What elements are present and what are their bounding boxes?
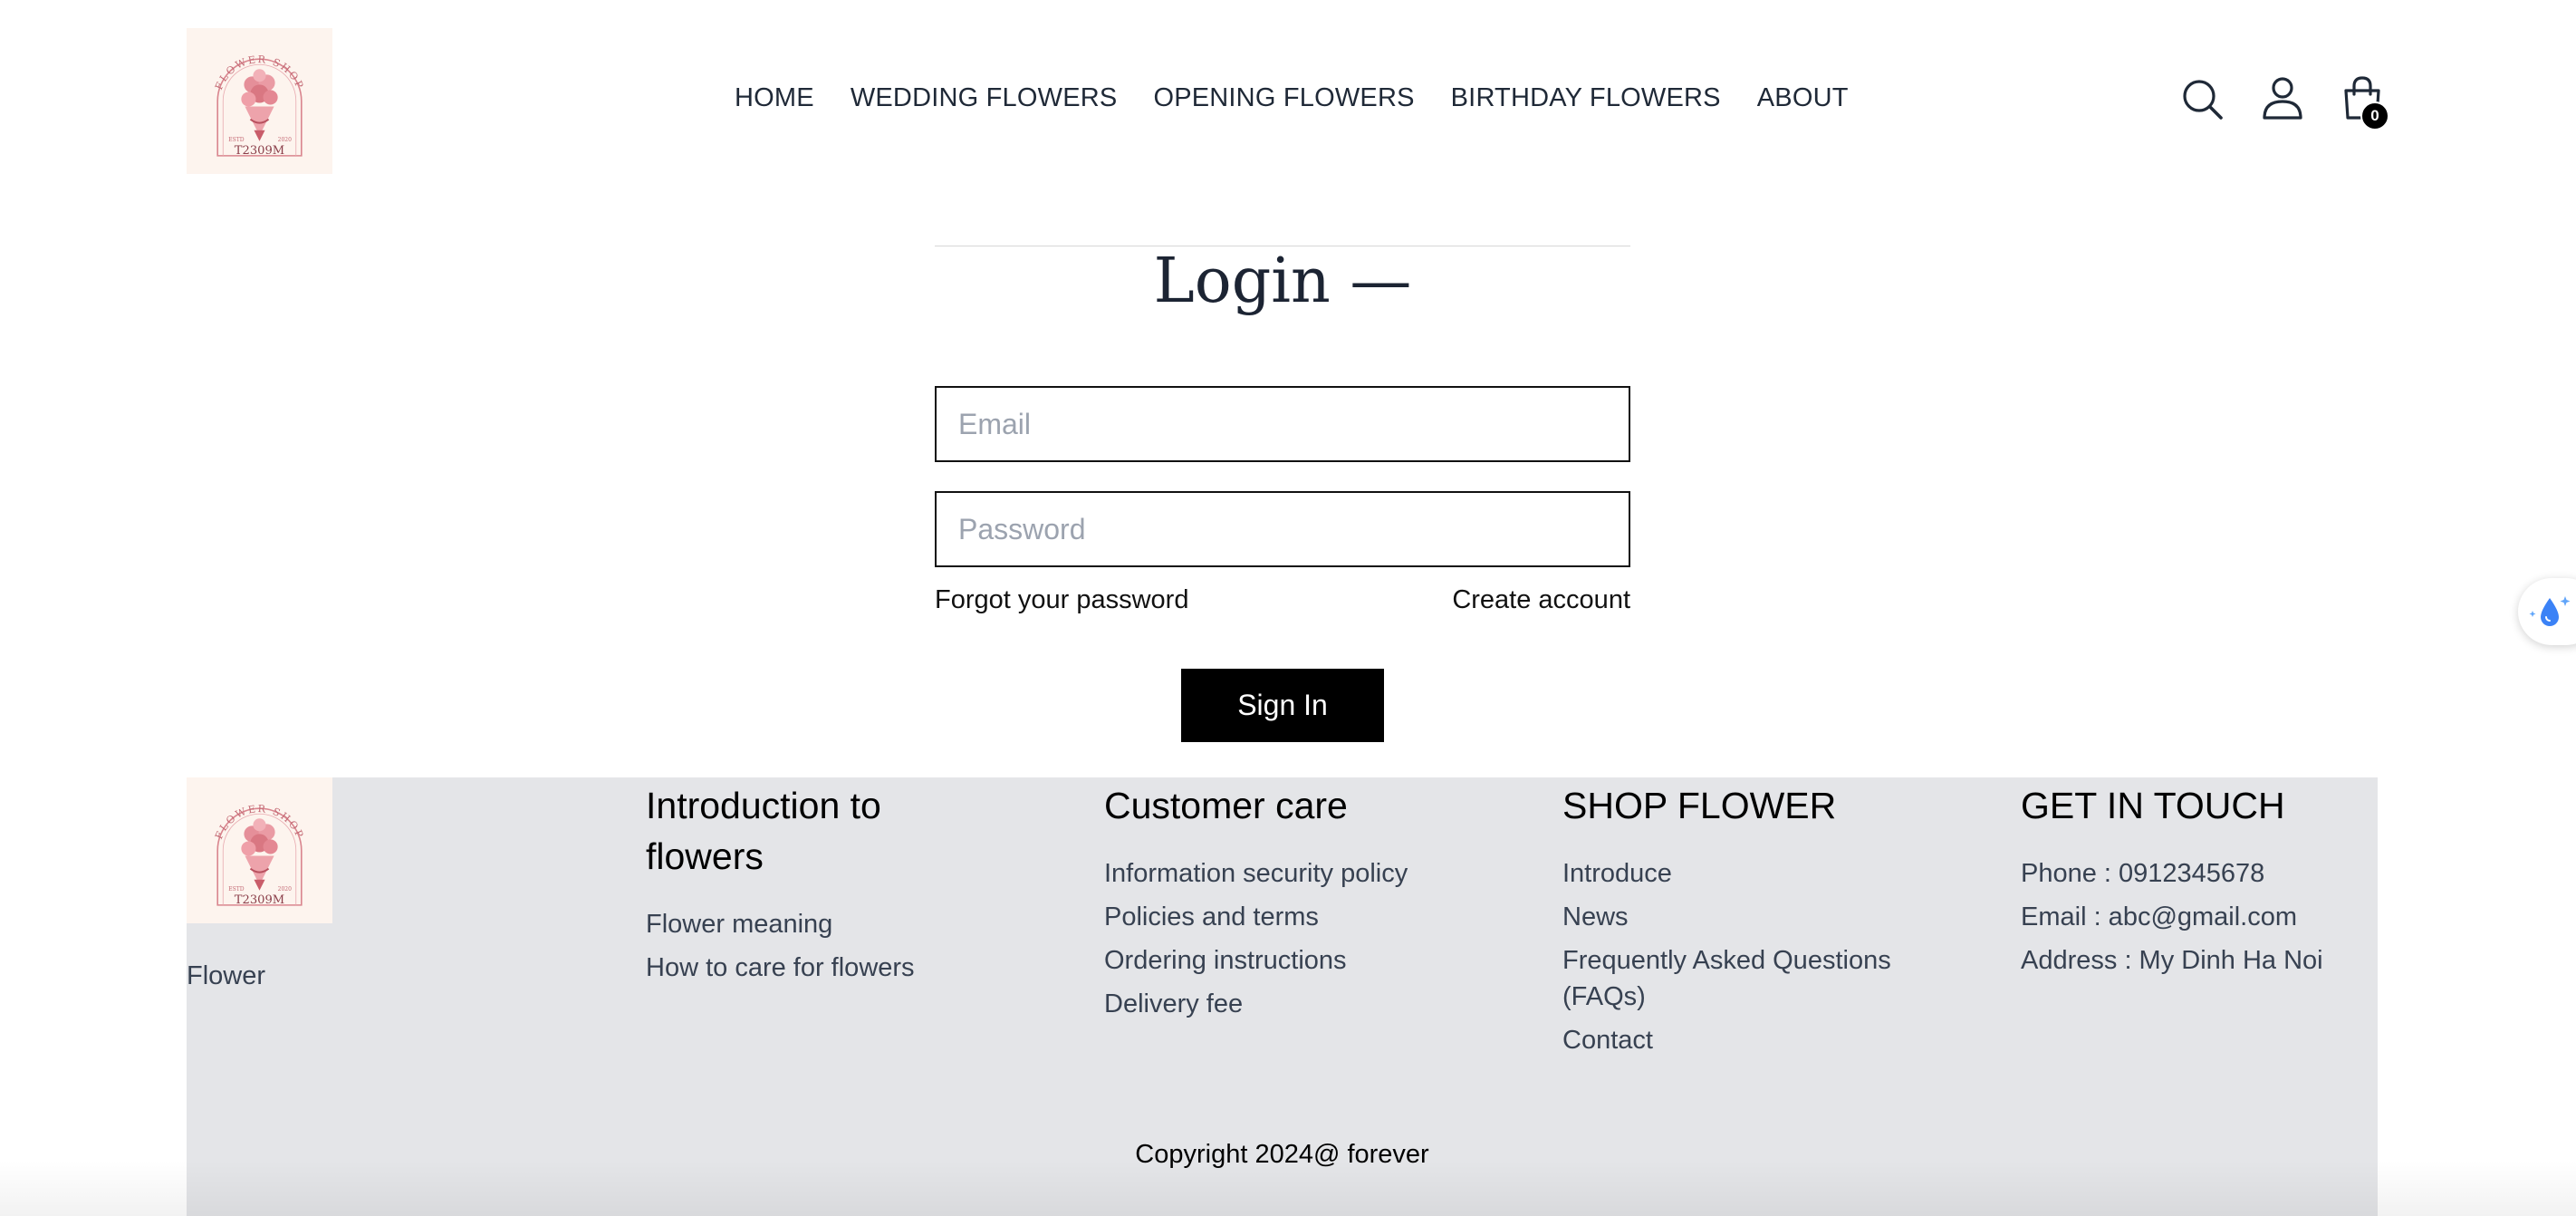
- footer-contact-phone: Phone : 0912345678: [2021, 859, 2265, 888]
- logo-brand-text: T2309M: [235, 893, 284, 907]
- footer-link-delivery-fee[interactable]: Delivery fee: [1104, 989, 1243, 1018]
- footer-link-introduce[interactable]: Introduce: [1562, 859, 1672, 888]
- footer-link-item: Delivery fee: [1104, 986, 1408, 1022]
- nav-birthday-flowers[interactable]: BIRTHDAY FLOWERS: [1451, 83, 1721, 113]
- page-title: Login —: [1153, 246, 1412, 317]
- nav-about[interactable]: ABOUT: [1757, 83, 1849, 113]
- create-account-link[interactable]: Create account: [1452, 585, 1630, 615]
- logo-est-right: 2020: [278, 137, 292, 143]
- footer-link-flower-care[interactable]: How to care for flowers: [646, 953, 915, 982]
- floating-assistant-button[interactable]: [2518, 578, 2576, 645]
- footer-heading: Introduction to flowers: [646, 785, 881, 877]
- footer-link-flower-meaning[interactable]: Flower meaning: [646, 910, 832, 939]
- footer-column-customer-care: Customer care Information security polic…: [1104, 777, 1485, 1018]
- footer-link-item: Information security policy: [1104, 855, 1408, 892]
- footer-logo[interactable]: FLOWER SHOP ESTD 2020 T2309M: [187, 777, 332, 923]
- footer-column-shop-flower: SHOP FLOWER Introduce News Frequently As…: [1562, 777, 1943, 1055]
- nav-opening-flowers[interactable]: OPENING FLOWERS: [1153, 83, 1414, 113]
- search-icon[interactable]: [2179, 76, 2226, 123]
- footer-link-policies-terms[interactable]: Policies and terms: [1104, 902, 1319, 931]
- nav-home[interactable]: HOME: [735, 83, 814, 113]
- footer-column-introduction: Introduction to flowers Flower meaning H…: [646, 777, 1008, 982]
- footer-contact-email: Email : abc@gmail.com: [2021, 902, 2298, 931]
- footer-link-item: Ordering instructions: [1104, 942, 1408, 979]
- user-icon[interactable]: [2259, 74, 2306, 121]
- logo-est-left: ESTD: [228, 886, 245, 893]
- footer-link-item: Flower meaning: [646, 906, 915, 942]
- cart-count-badge: 0: [2360, 101, 2389, 130]
- footer-column-get-in-touch: GET IN TOUCH Phone : 0912345678 Email : …: [2021, 777, 2383, 975]
- footer-heading: SHOP FLOWER: [1562, 785, 1837, 826]
- footer-link-contact[interactable]: Contact: [1562, 1026, 1653, 1055]
- water-drop-sparkle-icon: [2529, 596, 2571, 626]
- email-field[interactable]: [935, 386, 1630, 462]
- footer-heading: Customer care: [1104, 785, 1348, 826]
- nav-wedding-flowers[interactable]: WEDDING FLOWERS: [851, 83, 1118, 113]
- main-nav: HOME WEDDING FLOWERS OPENING FLOWERS BIR…: [735, 83, 1849, 113]
- login-links: Forgot your password Create account: [935, 585, 1630, 615]
- footer-link-item: How to care for flowers: [646, 950, 915, 986]
- site-header: FLOWER SHOP ESTD 2020 T2309M HOME WEDDIN…: [0, 0, 2576, 199]
- copyright-text: Copyright 2024@ forever: [1135, 1140, 1429, 1169]
- footer-link-item: Introduce: [1562, 855, 1943, 892]
- footer-brand-text: Flower: [187, 961, 266, 990]
- header-logo[interactable]: FLOWER SHOP ESTD 2020 T2309M: [187, 28, 332, 174]
- footer-link-item: Policies and terms: [1104, 899, 1408, 935]
- forgot-password-link[interactable]: Forgot your password: [935, 585, 1188, 615]
- password-field[interactable]: [935, 491, 1630, 567]
- site-footer: FLOWER SHOP ESTD 2020 T2309M Flower Intr…: [187, 777, 2378, 1216]
- footer-link-news[interactable]: News: [1562, 902, 1629, 931]
- logo-brand-text: T2309M: [235, 144, 284, 158]
- footer-link-faqs[interactable]: Frequently Asked Questions (FAQs): [1562, 946, 1891, 1011]
- sign-in-button[interactable]: Sign In: [1181, 669, 1384, 742]
- footer-link-item: News: [1562, 899, 1943, 935]
- logo-est-right: 2020: [278, 886, 292, 893]
- flower-shop-logo-icon: FLOWER SHOP ESTD 2020 T2309M: [213, 53, 304, 158]
- footer-link-item: Frequently Asked Questions (FAQs): [1562, 942, 1943, 1015]
- flower-shop-logo-icon: FLOWER SHOP ESTD 2020 T2309M: [213, 803, 304, 907]
- footer-link-security-policy[interactable]: Information security policy: [1104, 859, 1408, 888]
- footer-heading: GET IN TOUCH: [2021, 785, 2285, 826]
- footer-link-item: Contact: [1562, 1022, 1943, 1058]
- logo-est-left: ESTD: [228, 137, 245, 143]
- footer-link-ordering-instructions[interactable]: Ordering instructions: [1104, 946, 1347, 975]
- footer-contact-address: Address : My Dinh Ha Noi: [2021, 946, 2323, 975]
